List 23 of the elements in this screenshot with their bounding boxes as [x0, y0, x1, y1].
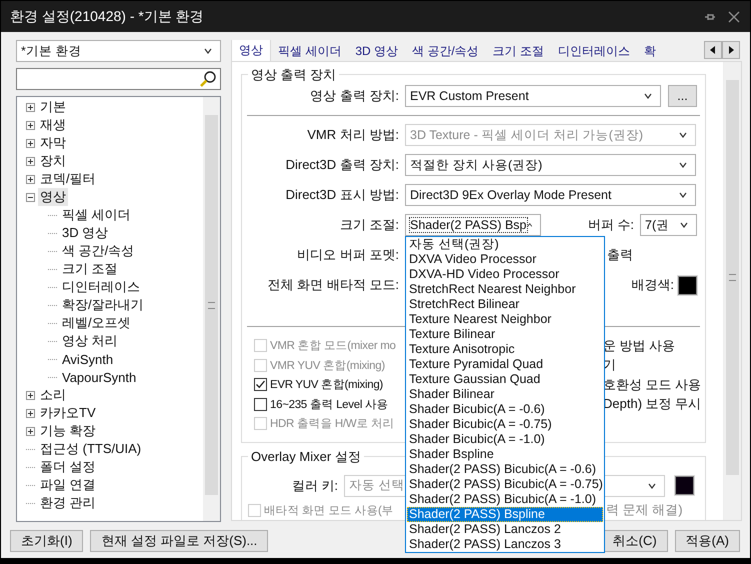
field-label: 비디오 버퍼 포멧: — [296, 246, 399, 264]
field-label: Direct3D 표시 방법: — [284, 186, 399, 204]
option-label: 기 — [603, 356, 616, 374]
field-label: 배경색: — [631, 276, 674, 294]
option-label: 호환성 모드 사용 — [603, 376, 702, 394]
option-label: 력 문제 해결) — [606, 501, 683, 520]
field-label: Direct3D 출력 장치: — [284, 156, 399, 174]
field-label: 크기 조절: — [338, 216, 399, 234]
checkbox-label: HDR 출력을 H/W로 처리 — [270, 417, 394, 432]
checkbox-label: 배타적 화면 모드 사용(부 — [264, 504, 394, 518]
group-title: 영상 출력 장치 — [248, 66, 340, 84]
field-label: 버퍼 수: — [588, 216, 634, 234]
field-label: 전체 화면 배타적 모드: — [266, 276, 399, 294]
field-label: 컬러 키: — [290, 476, 338, 494]
option-label: 출력 — [607, 246, 633, 264]
field-label: 영상 출력 장치: — [309, 87, 399, 105]
checkbox-label: VMR 혼합 모드(mixer mo — [270, 339, 396, 354]
window-title: 환경 설정(210428) - *기본 환경 — [10, 8, 205, 26]
checkbox-label: EVR YUV 혼합(mixing) — [270, 378, 383, 392]
option-label: 운 방법 사용 — [603, 336, 676, 355]
checkbox-label: VMR YUV 혼합(mixing) — [270, 358, 385, 373]
checkbox-label: 16~235 출력 Level 사용 — [270, 398, 388, 412]
field-label: VMR 처리 방법: — [306, 126, 399, 144]
